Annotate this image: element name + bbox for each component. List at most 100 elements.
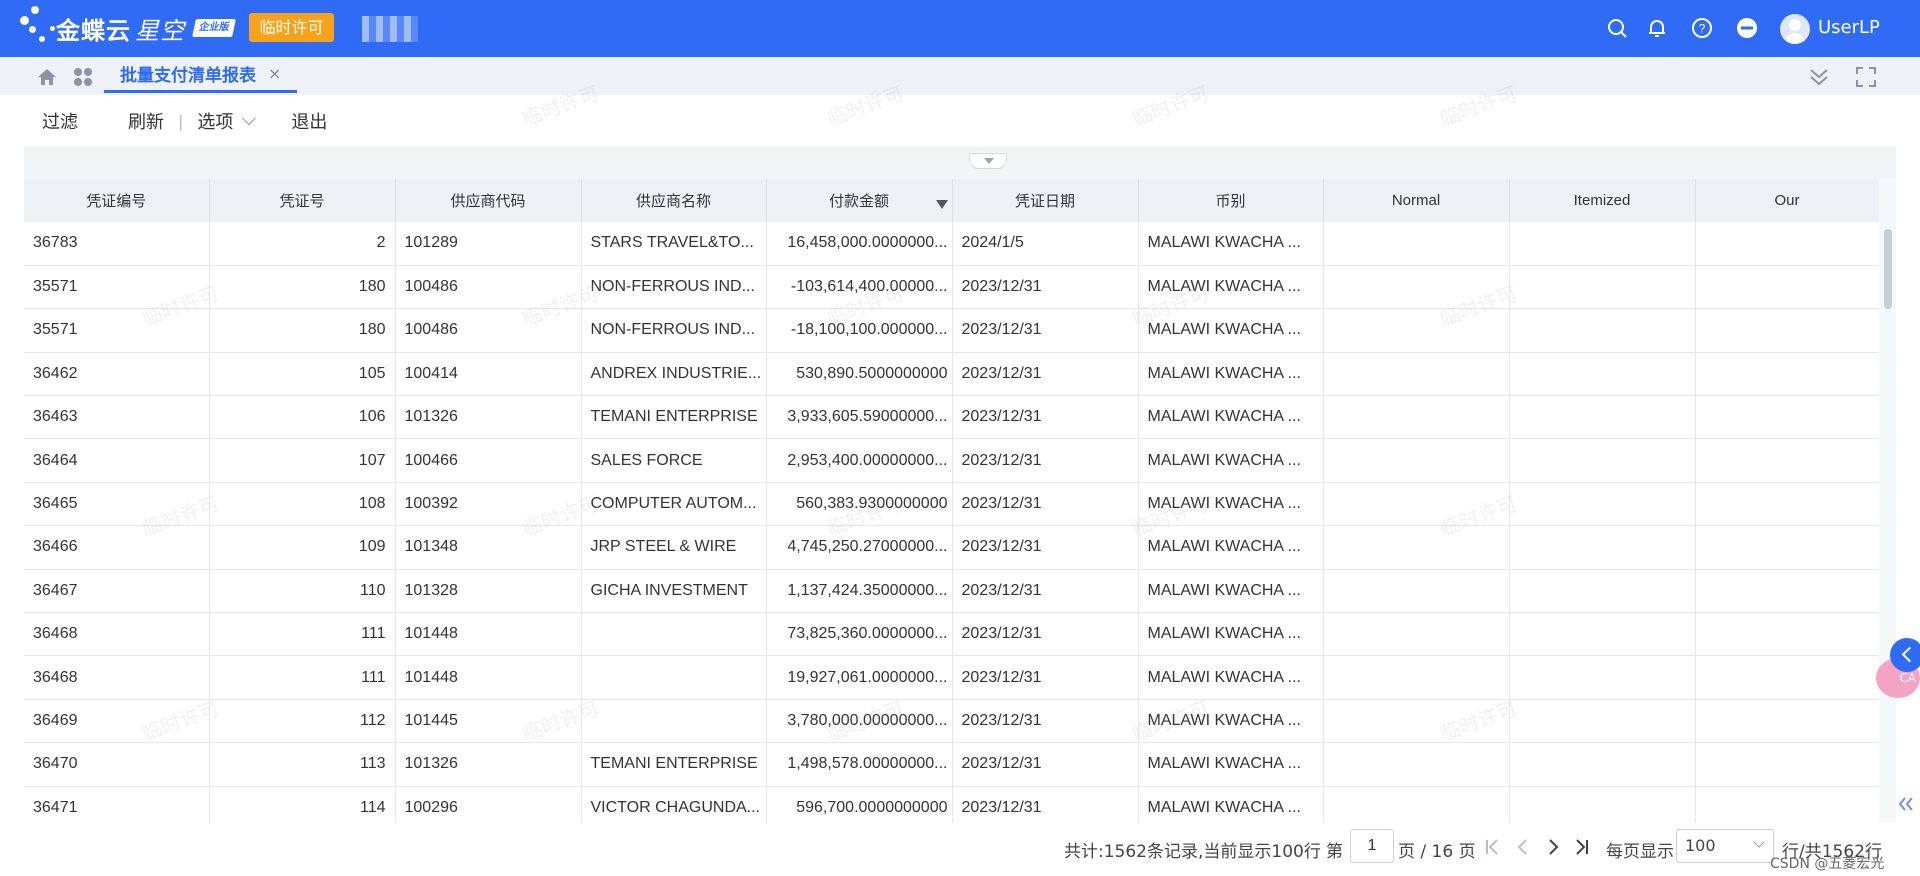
- table-cell[interactable]: -103,614,400.00000...: [766, 265, 953, 310]
- table-cell[interactable]: STARS TRAVEL&TO...: [581, 222, 767, 266]
- column-header[interactable]: 凭证号: [209, 179, 396, 222]
- column-header[interactable]: Our: [1695, 179, 1880, 222]
- table-cell[interactable]: 101448: [395, 612, 582, 657]
- home-icon[interactable]: [36, 66, 58, 88]
- table-cell[interactable]: [581, 699, 767, 744]
- temporary-license-button[interactable]: 临时许可: [249, 13, 334, 42]
- table-cell[interactable]: 100486: [395, 308, 582, 353]
- column-header[interactable]: 凭证编号: [24, 179, 210, 222]
- table-cell[interactable]: [1695, 222, 1880, 266]
- column-header[interactable]: 付款金额: [766, 179, 953, 222]
- table-cell[interactable]: 36467: [24, 569, 210, 614]
- table-cell[interactable]: 36463: [24, 395, 210, 440]
- column-header[interactable]: 供应商名称: [581, 179, 767, 222]
- table-row[interactable]: 36467 110 101328 GICHA INVESTMENT 1,137,424.…: [24, 569, 1880, 614]
- table-row[interactable]: 36463 106 101326 TEMANI ENTERPRISE 3,933,605…: [24, 395, 1880, 440]
- table-row[interactable]: 36464 107 100466 SALES FORCE 2,953,400.00000…: [24, 438, 1880, 483]
- table-cell[interactable]: 112: [209, 699, 396, 744]
- table-cell[interactable]: [1509, 699, 1696, 744]
- table-cell[interactable]: MALAWI KWACHA ...: [1138, 742, 1324, 787]
- table-cell[interactable]: [1695, 655, 1880, 700]
- table-cell[interactable]: JRP STEEL & WIRE: [581, 525, 767, 570]
- table-cell[interactable]: 110: [209, 569, 396, 614]
- table-cell[interactable]: 2023/12/31: [952, 352, 1139, 397]
- table-cell[interactable]: [1509, 438, 1696, 483]
- double-chevron-left-icon[interactable]: [1896, 794, 1916, 814]
- table-cell[interactable]: 2023/12/31: [952, 482, 1139, 527]
- table-cell[interactable]: [1509, 742, 1696, 787]
- table-cell[interactable]: NON-FERROUS IND...: [581, 265, 767, 310]
- table-cell[interactable]: 105: [209, 352, 396, 397]
- table-cell[interactable]: 2023/12/31: [952, 265, 1139, 310]
- table-cell[interactable]: [1509, 525, 1696, 570]
- table-cell[interactable]: 36469: [24, 699, 210, 744]
- table-row[interactable]: 36466 109 101348 JRP STEEL & WIRE 4,745,250.…: [24, 525, 1880, 570]
- table-cell[interactable]: 101328: [395, 569, 582, 614]
- exit-button[interactable]: 退出: [269, 108, 345, 134]
- table-cell[interactable]: [1323, 438, 1510, 483]
- table-cell[interactable]: MALAWI KWACHA ...: [1138, 222, 1324, 266]
- table-row[interactable]: 36465 108 100392 COMPUTER AUTOM... 560,383.9…: [24, 482, 1880, 527]
- previous-page-icon[interactable]: [1512, 836, 1534, 858]
- table-cell[interactable]: [1509, 352, 1696, 397]
- table-cell[interactable]: 530,890.5000000000: [766, 352, 953, 397]
- user-name[interactable]: UserLP: [1818, 17, 1880, 38]
- search-icon[interactable]: [1606, 17, 1628, 39]
- side-panel-toggle-icon[interactable]: [1890, 638, 1920, 672]
- table-cell[interactable]: 36465: [24, 482, 210, 527]
- table-cell[interactable]: MALAWI KWACHA ...: [1138, 308, 1324, 353]
- table-cell[interactable]: 3,933,605.59000000...: [766, 395, 953, 440]
- table-cell[interactable]: 1,498,578.00000000...: [766, 742, 953, 787]
- table-cell[interactable]: MALAWI KWACHA ...: [1138, 265, 1324, 310]
- table-cell[interactable]: MALAWI KWACHA ...: [1138, 699, 1324, 744]
- table-row[interactable]: 36468 111 101448 73,825,360.0000000... 2023/…: [24, 612, 1880, 657]
- table-cell[interactable]: 101289: [395, 222, 582, 266]
- table-cell[interactable]: MALAWI KWACHA ...: [1138, 395, 1324, 440]
- table-cell[interactable]: [1323, 352, 1510, 397]
- table-cell[interactable]: -18,100,100.000000...: [766, 308, 953, 353]
- table-cell[interactable]: 180: [209, 265, 396, 310]
- minus-circle-icon[interactable]: [1736, 17, 1758, 39]
- column-header[interactable]: 币别: [1138, 179, 1324, 222]
- table-cell[interactable]: MALAWI KWACHA ...: [1138, 438, 1324, 483]
- table-row[interactable]: 36468 111 101448 19,927,061.0000000... 2023/…: [24, 655, 1880, 700]
- filter-button[interactable]: 过滤: [24, 108, 96, 134]
- table-cell[interactable]: 111: [209, 655, 396, 700]
- apps-grid-icon[interactable]: [72, 66, 94, 88]
- table-cell[interactable]: MALAWI KWACHA ...: [1138, 352, 1324, 397]
- table-cell[interactable]: 100466: [395, 438, 582, 483]
- table-cell[interactable]: [1695, 569, 1880, 614]
- table-cell[interactable]: 19,927,061.0000000...: [766, 655, 953, 700]
- table-cell[interactable]: 109: [209, 525, 396, 570]
- table-cell[interactable]: [1695, 265, 1880, 310]
- column-header[interactable]: Itemized: [1509, 179, 1696, 222]
- table-cell[interactable]: 111: [209, 612, 396, 657]
- column-header[interactable]: 凭证日期: [952, 179, 1139, 222]
- table-cell[interactable]: [1695, 525, 1880, 570]
- help-icon[interactable]: ?: [1691, 17, 1713, 39]
- vertical-scrollbar[interactable]: [1879, 179, 1896, 823]
- table-cell[interactable]: [1323, 699, 1510, 744]
- table-cell[interactable]: [1695, 395, 1880, 440]
- expand-filter-handle-icon[interactable]: [969, 153, 1007, 169]
- table-cell[interactable]: 100392: [395, 482, 582, 527]
- table-cell[interactable]: 100486: [395, 265, 582, 310]
- table-cell[interactable]: 36468: [24, 655, 210, 700]
- table-cell[interactable]: 2023/12/31: [952, 395, 1139, 440]
- table-cell[interactable]: TEMANI ENTERPRISE: [581, 395, 767, 440]
- table-cell[interactable]: 2,953,400.00000000...: [766, 438, 953, 483]
- table-cell[interactable]: 2023/12/31: [952, 308, 1139, 353]
- table-cell[interactable]: [1695, 699, 1880, 744]
- table-cell[interactable]: MALAWI KWACHA ...: [1138, 612, 1324, 657]
- table-cell[interactable]: 107: [209, 438, 396, 483]
- table-cell[interactable]: 108: [209, 482, 396, 527]
- table-cell[interactable]: [1509, 569, 1696, 614]
- column-header[interactable]: 供应商代码: [395, 179, 582, 222]
- table-row[interactable]: 35571 180 100486 NON-FERROUS IND... -18,100,…: [24, 308, 1880, 353]
- table-cell[interactable]: 4,745,250.27000000...: [766, 525, 953, 570]
- table-row[interactable]: 36469 112 101445 3,780,000.00000000... 2023/…: [24, 699, 1880, 744]
- table-cell[interactable]: [1509, 612, 1696, 657]
- table-cell[interactable]: [1323, 612, 1510, 657]
- table-cell[interactable]: SALES FORCE: [581, 438, 767, 483]
- table-cell[interactable]: [581, 612, 767, 657]
